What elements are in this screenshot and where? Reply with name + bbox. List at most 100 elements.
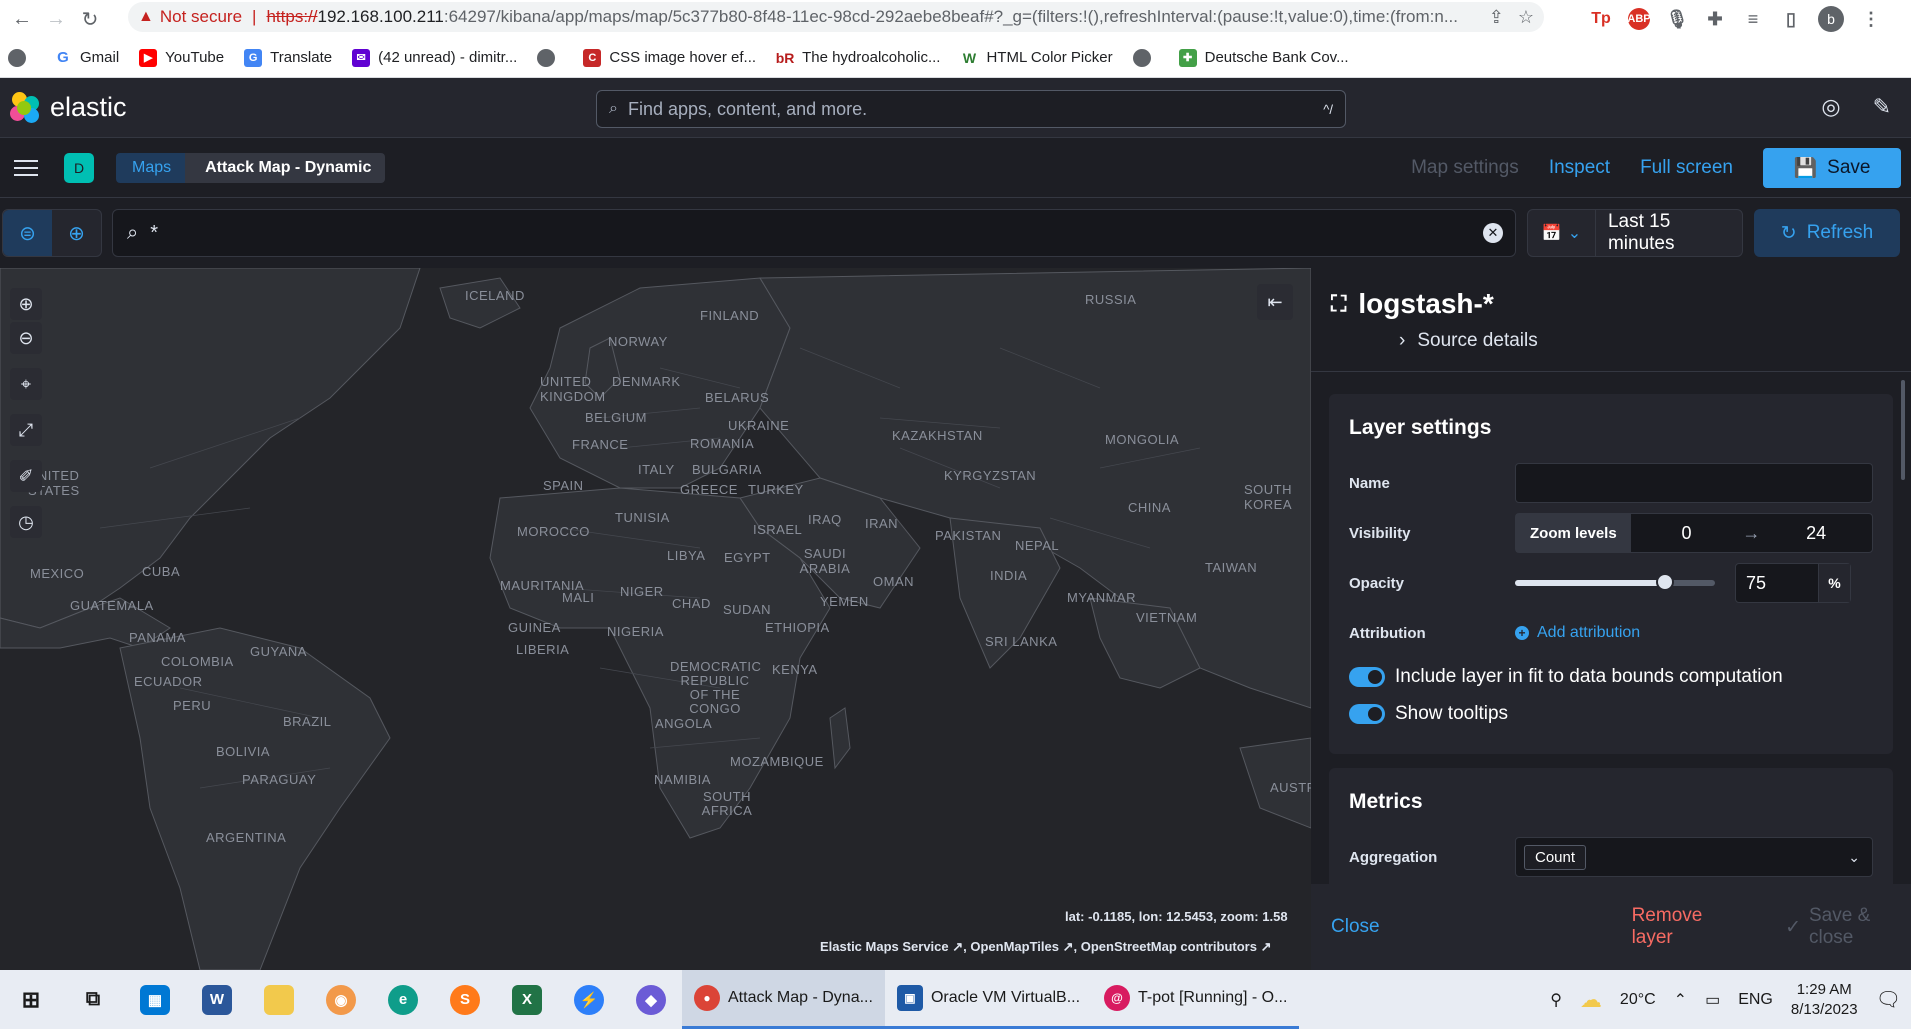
- toggle-switch[interactable]: [1349, 666, 1385, 687]
- opacity-value[interactable]: 75: [1736, 564, 1818, 602]
- elastic-logo[interactable]: elastic: [10, 91, 127, 124]
- calendar-icon[interactable]: 📅 ⌄: [1528, 210, 1596, 256]
- language-indicator[interactable]: ENG: [1738, 991, 1773, 1009]
- battery-icon[interactable]: ▭: [1705, 990, 1720, 1010]
- panel-scrollbar[interactable]: [1901, 380, 1905, 480]
- refresh-button[interactable]: ↻ Refresh: [1754, 209, 1900, 257]
- save-button[interactable]: 💾 Save: [1763, 148, 1901, 188]
- set-view-icon[interactable]: ⌖: [10, 368, 42, 400]
- query-input[interactable]: ⌕ * ✕: [112, 209, 1516, 257]
- attribution-ems[interactable]: Elastic Maps Service: [820, 939, 949, 954]
- tp-extension-icon[interactable]: Tp: [1590, 8, 1612, 30]
- bookmark-css[interactable]: C CSS image hover ef...: [583, 48, 756, 67]
- remove-layer-button[interactable]: Remove layer: [1632, 905, 1741, 949]
- taskbar-virtualbox[interactable]: ▣ Oracle VM VirtualB...: [884, 970, 1093, 1029]
- back-icon[interactable]: ←: [10, 7, 34, 31]
- newsfeed-icon[interactable]: ✎: [1873, 94, 1891, 120]
- breadcrumb-maps[interactable]: Maps: [116, 152, 186, 183]
- media-icon[interactable]: ≡: [1742, 8, 1764, 30]
- filter-menu-icon[interactable]: ⊜: [3, 210, 52, 256]
- people-icon[interactable]: ⚲: [1550, 990, 1562, 1010]
- bookmark-colorpicker[interactable]: W HTML Color Picker: [960, 48, 1113, 67]
- fit-bounds-toggle[interactable]: Include layer in fit to data bounds comp…: [1349, 658, 1873, 695]
- zoom-max-input[interactable]: 24: [1760, 523, 1872, 544]
- weather-temp[interactable]: 20°C: [1620, 991, 1656, 1009]
- start-button[interactable]: ⊞: [0, 970, 62, 1029]
- clear-icon[interactable]: ✕: [1483, 223, 1503, 243]
- reload-icon[interactable]: ↻: [78, 7, 102, 31]
- inspect-link[interactable]: Inspect: [1549, 157, 1610, 179]
- tooltips-toggle[interactable]: Show tooltips: [1349, 695, 1873, 732]
- attribution-omt[interactable]: OpenMapTiles: [970, 939, 1059, 954]
- date-picker[interactable]: 📅 ⌄ Last 15 minutes: [1527, 209, 1743, 257]
- zoom-out-icon[interactable]: ⊖: [10, 322, 42, 354]
- address-bar[interactable]: ▲ Not secure | https://192.168.100.211:6…: [128, 2, 1544, 32]
- kibana-header: elastic ⌕ Find apps, content, and more. …: [0, 78, 1911, 138]
- save-close-button[interactable]: ✓ Save & close: [1785, 905, 1911, 949]
- layer-name-input[interactable]: [1515, 463, 1873, 503]
- opacity-slider-thumb[interactable]: [1656, 573, 1674, 591]
- fit-bounds-icon[interactable]: ⤢: [10, 414, 42, 446]
- time-range-label[interactable]: Last 15 minutes: [1596, 211, 1742, 255]
- taskbar-tpot[interactable]: @ T-pot [Running] - O...: [1092, 970, 1300, 1029]
- map-settings-link[interactable]: Map settings: [1411, 157, 1519, 179]
- clock[interactable]: 1:29 AM 8/13/2023: [1791, 980, 1858, 1020]
- chevron-up-icon[interactable]: ⌃: [1674, 990, 1687, 1010]
- menu-icon[interactable]: ⋮: [1860, 8, 1882, 30]
- word-app[interactable]: W: [186, 970, 248, 1029]
- copilot-app[interactable]: ◆: [620, 970, 682, 1029]
- source-details-toggle[interactable]: › Source details: [1399, 330, 1911, 352]
- bookmark-youtube[interactable]: ▶ YouTube: [139, 48, 224, 67]
- url-host: 192.168.100.211: [317, 7, 444, 26]
- timeslider-icon[interactable]: ◷: [10, 506, 42, 538]
- global-search-input[interactable]: ⌕ Find apps, content, and more. ^/: [596, 90, 1346, 128]
- add-attribution-button[interactable]: + Add attribution: [1515, 624, 1640, 642]
- task-view-button[interactable]: ⧉: [62, 970, 124, 1029]
- excel-app[interactable]: X: [496, 970, 558, 1029]
- bookmark-globe[interactable]: [8, 48, 34, 67]
- aggregation-select[interactable]: Count ⌄: [1515, 837, 1873, 877]
- bookmark-label: Deutsche Bank Cov...: [1204, 49, 1349, 66]
- draw-tool-icon[interactable]: ✐: [10, 460, 42, 492]
- bookmark-deutsche[interactable]: ✚ Deutsche Bank Cov...: [1178, 48, 1349, 67]
- sublime-app[interactable]: S: [434, 970, 496, 1029]
- side-panel-icon[interactable]: ▯: [1780, 8, 1802, 30]
- toggle-switch[interactable]: [1349, 703, 1385, 724]
- adblock-icon[interactable]: ABP: [1627, 8, 1651, 30]
- zoom-in-icon[interactable]: ⊕: [10, 288, 42, 320]
- bookmark-translate[interactable]: G Translate: [244, 48, 332, 67]
- opacity-slider[interactable]: [1515, 573, 1715, 591]
- help-icon[interactable]: ◎: [1821, 94, 1840, 120]
- extensions-icon[interactable]: ✚: [1704, 8, 1726, 30]
- vpn-app[interactable]: ◉: [310, 970, 372, 1029]
- bookmark-gmail[interactable]: G Gmail: [54, 48, 119, 67]
- add-filter-icon[interactable]: ⊕: [52, 210, 101, 256]
- bookmark-globe-3[interactable]: [1132, 48, 1159, 67]
- attribution-osm[interactable]: OpenStreetMap contributors: [1081, 939, 1257, 954]
- mic-icon[interactable]: 🎙: [1666, 8, 1689, 30]
- collapse-panel-icon[interactable]: ⇤: [1257, 284, 1293, 320]
- close-button[interactable]: Close: [1331, 916, 1380, 938]
- taskbar-chrome[interactable]: ● Attack Map - Dyna...: [682, 970, 885, 1029]
- full-screen-link[interactable]: Full screen: [1640, 157, 1733, 179]
- bookmark-star-icon[interactable]: ☆: [1518, 7, 1534, 28]
- bookmark-mail[interactable]: ✉ (42 unread) - dimitr...: [352, 48, 517, 67]
- bookmark-globe-2[interactable]: [537, 48, 563, 67]
- notifications-icon[interactable]: 🗨: [1876, 987, 1901, 1012]
- map-label: BRAZIL: [283, 714, 332, 729]
- space-avatar[interactable]: D: [64, 152, 94, 183]
- messenger-app[interactable]: ⚡: [558, 970, 620, 1029]
- bookmark-hydro[interactable]: bR The hydroalcoholic...: [776, 48, 940, 67]
- opacity-input[interactable]: 75 %: [1735, 563, 1851, 603]
- share-icon[interactable]: ⇪: [1489, 7, 1504, 28]
- edge-app[interactable]: e: [372, 970, 434, 1029]
- store-app[interactable]: ▦: [124, 970, 186, 1029]
- panel-footer: Close Remove layer ✓ Save & close: [1311, 884, 1911, 970]
- forward-icon[interactable]: →: [44, 7, 68, 31]
- weather-icon[interactable]: ☁: [1580, 987, 1602, 1013]
- zoom-min-input[interactable]: 0: [1631, 523, 1743, 544]
- menu-toggle-icon[interactable]: [14, 156, 38, 180]
- map-canvas[interactable]: ICELAND FINLAND RUSSIA NORWAY UNITED KIN…: [0, 268, 1311, 970]
- profile-avatar[interactable]: b: [1818, 6, 1844, 32]
- explorer-app[interactable]: [248, 970, 310, 1029]
